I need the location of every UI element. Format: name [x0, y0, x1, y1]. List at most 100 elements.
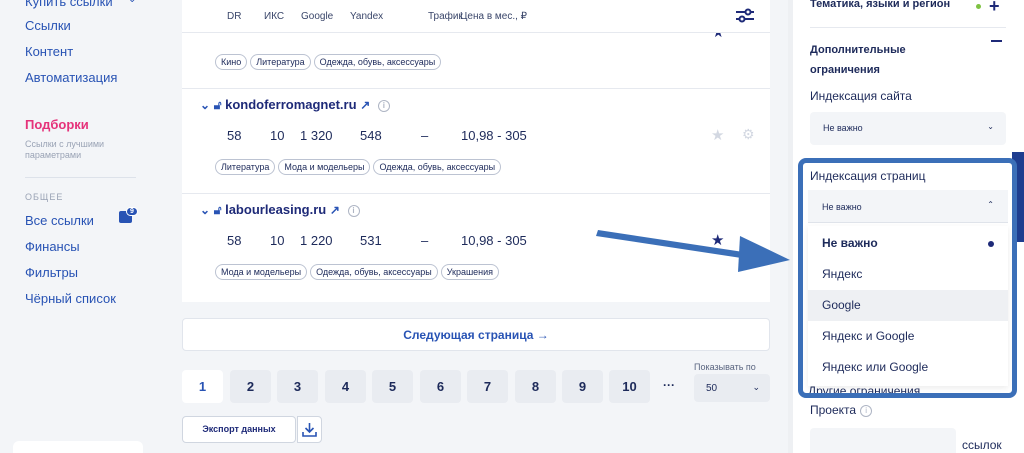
sidebar: Купить ссылки ⌄ Ссылки Контент Автоматиз… — [0, 0, 156, 453]
site-index-select[interactable]: Не важно ⌄ — [810, 112, 1006, 145]
site-link[interactable]: ⌄ 🔓︎ labourleasing.ru ↗ i — [200, 202, 360, 218]
external-link-icon[interactable]: ↗ — [360, 98, 370, 112]
column-google[interactable]: Google — [301, 11, 333, 22]
dr-value: 58 — [227, 233, 242, 248]
tag[interactable]: Одежда, обувь, аксессуары — [373, 159, 502, 175]
plus-icon[interactable]: + — [989, 0, 1000, 17]
page-index-select[interactable]: Не важно ⌃ — [808, 190, 1008, 223]
lock-icon: 🔓︎ — [213, 98, 222, 112]
iks-value: 10 — [270, 128, 285, 143]
page-size-value: 50 — [706, 383, 718, 394]
sidebar-section-general: ОБЩЕЕ — [25, 192, 64, 202]
option-yandex-or-google[interactable]: Яндекс или Google — [808, 352, 1008, 383]
sidebar-item-content[interactable]: Контент — [25, 44, 73, 59]
sidebar-item-selections-subtitle: Ссылки с лучшими параметрами — [25, 139, 105, 160]
page-button-3[interactable]: 3 — [277, 370, 318, 403]
gear-icon[interactable]: ⚙ — [742, 126, 755, 143]
traffic-value: – — [421, 233, 429, 248]
filter-section-extra[interactable]: Дополнительные ограничения — [810, 40, 940, 80]
star-icon[interactable]: ★ — [711, 126, 724, 144]
iks-value: 10 — [270, 233, 285, 248]
tag[interactable]: Кино — [215, 54, 248, 70]
pagination-ellipsis[interactable]: ··· — [663, 378, 675, 392]
panel-divider — [810, 27, 1006, 28]
page-size-select[interactable]: 50 ⌄ — [694, 374, 770, 402]
page-button-1[interactable]: 1 — [182, 370, 223, 403]
site-name[interactable]: labourleasing.ru — [225, 202, 326, 217]
sidebar-item-links[interactable]: Ссылки — [25, 18, 71, 33]
tag-list: Кино Литература Одежда, обувь, аксессуар… — [215, 54, 442, 70]
sidebar-item-automation[interactable]: Автоматизация — [25, 70, 117, 85]
tag[interactable]: Литература — [250, 54, 311, 70]
info-icon[interactable]: i — [860, 404, 873, 417]
row-divider — [182, 88, 770, 89]
export-data-button[interactable]: Экспорт данных — [182, 416, 296, 443]
page-button-10[interactable]: 10 — [609, 370, 650, 403]
tag[interactable]: Мода и модельеры — [215, 264, 308, 280]
export-download-button[interactable] — [297, 416, 322, 443]
sidebar-item-selections[interactable]: Подборки — [25, 117, 89, 132]
page-button-6[interactable]: 6 — [420, 370, 461, 403]
notification-badge: 9 — [126, 207, 138, 216]
tag[interactable]: Одежда, обувь, аксессуары — [310, 264, 438, 280]
chevron-down-icon[interactable]: ⌄ — [200, 98, 210, 112]
price-value: 10,98 - 305 — [461, 128, 527, 143]
column-dr[interactable]: DR — [227, 11, 241, 22]
price-value: 10,98 - 305 — [461, 233, 527, 248]
filter-settings-icon[interactable] — [735, 8, 755, 24]
option-yandex-and-google[interactable]: Яндекс и Google — [808, 321, 1008, 352]
sidebar-item-all-links[interactable]: Все ссылки — [25, 213, 94, 228]
tag[interactable]: Одежда, обувь, аксессуары — [313, 54, 442, 70]
site-name[interactable]: kondoferromagnet.ru — [225, 97, 356, 112]
next-page-button[interactable]: Следующая страница → — [182, 318, 770, 351]
page-button-2[interactable]: 2 — [230, 370, 271, 403]
filter-section-theme[interactable]: Тематика, языки и регион — [810, 0, 950, 14]
column-yandex[interactable]: Yandex — [350, 11, 383, 22]
sidebar-item-finance[interactable]: Финансы — [25, 239, 80, 254]
info-icon[interactable]: i — [347, 204, 360, 217]
page-button-9[interactable]: 9 — [562, 370, 603, 403]
page-size-label: Показывать по — [694, 362, 756, 372]
row-divider — [182, 193, 770, 194]
option-google[interactable]: Google — [808, 290, 1008, 321]
site-link[interactable]: ⌄ 🔓︎ kondoferromagnet.ru ↗ i — [200, 97, 390, 113]
column-traffic[interactable]: Трафик — [428, 11, 463, 22]
tag-list: Мода и модельеры Одежда, обувь, аксессуа… — [215, 264, 500, 280]
page-button-4[interactable]: 4 — [325, 370, 366, 403]
sidebar-bottom-card — [13, 441, 143, 453]
tag[interactable]: Украшения — [440, 264, 500, 280]
tag[interactable]: Литература — [215, 159, 276, 175]
sidebar-item-buy-links[interactable]: Купить ссылки — [25, 0, 113, 9]
chevron-down-icon: ⌄ — [987, 122, 994, 131]
minus-icon[interactable] — [991, 40, 1002, 42]
tag[interactable]: Мода и модельеры — [278, 159, 371, 175]
traffic-value: – — [421, 128, 429, 143]
page-button-7[interactable]: 7 — [467, 370, 508, 403]
option-not-important[interactable]: Не важно — [808, 228, 1008, 259]
site-index-value: Не важно — [823, 123, 863, 133]
info-icon[interactable]: i — [377, 99, 390, 112]
table-header: DR ИКС Google Yandex Трафик Цена в мес.,… — [182, 0, 770, 33]
external-link-icon[interactable]: ↗ — [330, 203, 340, 217]
page-button-8[interactable]: 8 — [515, 370, 556, 403]
chat-icon[interactable]: 9 — [119, 207, 138, 223]
yandex-value: 531 — [360, 233, 382, 248]
active-filter-dot — [976, 4, 981, 9]
chevron-up-icon: ⌃ — [987, 200, 994, 209]
annotation-arrow — [596, 230, 790, 272]
page-button-5[interactable]: 5 — [372, 370, 413, 403]
option-yandex[interactable]: Яндекс — [808, 259, 1008, 290]
column-price[interactable]: Цена в мес., ₽ — [460, 11, 527, 22]
sidebar-item-filters[interactable]: Фильтры — [25, 265, 78, 280]
sidebar-item-blacklist[interactable]: Чёрный список — [25, 291, 116, 306]
column-iks[interactable]: ИКС — [264, 11, 284, 22]
chevron-down-icon[interactable]: ⌄ — [200, 203, 210, 217]
project-label: Проекта i — [810, 403, 873, 417]
google-value: 1 220 — [300, 233, 333, 248]
project-input[interactable] — [810, 428, 956, 453]
chevron-down-icon: ⌄ — [752, 382, 760, 392]
chevron-down-icon[interactable]: ⌄ — [128, 0, 136, 5]
links-unit-label: ссылок — [962, 438, 1002, 452]
page-index-label: Индексация страниц — [810, 163, 1006, 187]
tag-list: Литература Мода и модельеры Одежда, обув… — [215, 159, 502, 175]
